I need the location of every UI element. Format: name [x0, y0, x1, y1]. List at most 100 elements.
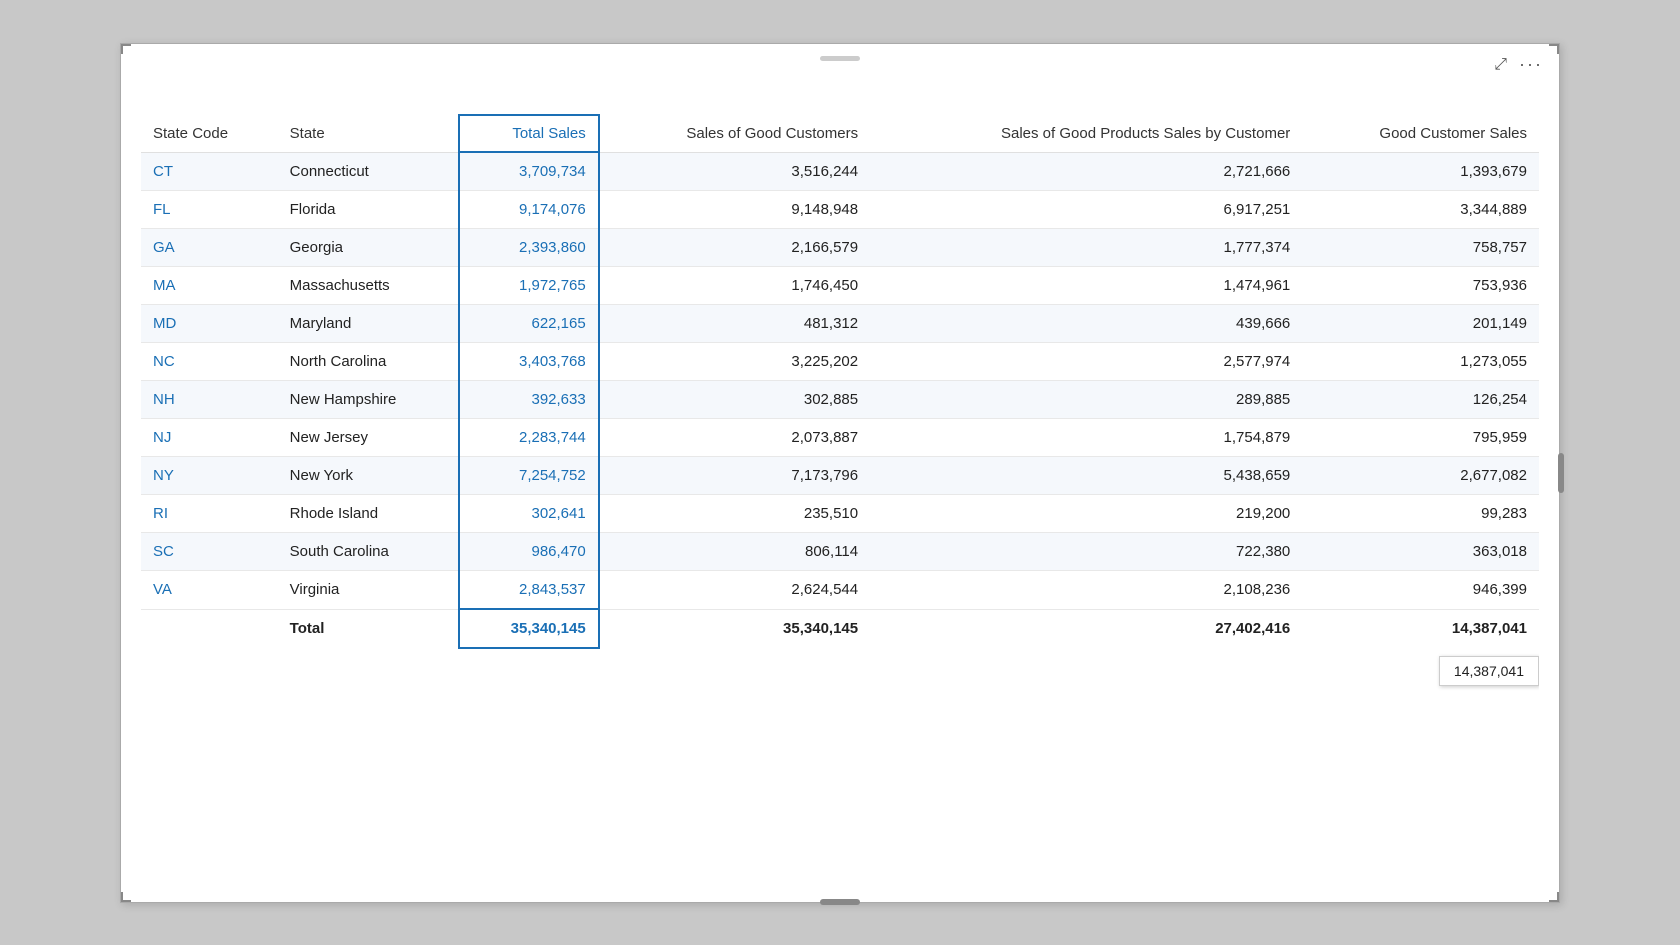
cell-state-code: NJ: [141, 419, 278, 457]
cell-sales-good-products: 2,108,236: [870, 571, 1302, 610]
main-window: ⤢ ··· State Code State Total Sales Sales…: [120, 43, 1560, 903]
cell-sales-good-products: 5,438,659: [870, 457, 1302, 495]
cell-sales-good-customers: 302,885: [599, 381, 870, 419]
cell-state: Virginia: [278, 571, 460, 610]
table-row: FLFlorida9,174,0769,148,9486,917,2513,34…: [141, 191, 1539, 229]
table-header-row: State Code State Total Sales Sales of Go…: [141, 115, 1539, 153]
tooltip: 14,387,041: [1439, 656, 1539, 686]
cell-good-customer-sales: 795,959: [1302, 419, 1539, 457]
cell-state-code: RI: [141, 495, 278, 533]
cell-state-code: MA: [141, 267, 278, 305]
corner-tr: [1549, 44, 1559, 54]
cell-state: Rhode Island: [278, 495, 460, 533]
cell-good-customer-sales: 126,254: [1302, 381, 1539, 419]
table-row: NYNew York7,254,7527,173,7965,438,6592,6…: [141, 457, 1539, 495]
header-state: State: [278, 115, 460, 153]
cell-sales-good-products: 722,380: [870, 533, 1302, 571]
header-total-sales[interactable]: Total Sales: [459, 115, 598, 153]
cell-good-customer-sales: 1,273,055: [1302, 343, 1539, 381]
cell-state: South Carolina: [278, 533, 460, 571]
cell-total-sales: 622,165: [459, 305, 598, 343]
cell-good-customer-sales: 363,018: [1302, 533, 1539, 571]
table-total-row: Total 35,340,145 35,340,145 27,402,416 1…: [141, 609, 1539, 648]
table-row: NJNew Jersey2,283,7442,073,8871,754,8797…: [141, 419, 1539, 457]
cell-good-customer-sales: 946,399: [1302, 571, 1539, 610]
table-row: GAGeorgia2,393,8602,166,5791,777,374758,…: [141, 229, 1539, 267]
cell-state-code: SC: [141, 533, 278, 571]
cell-total-sales: 302,641: [459, 495, 598, 533]
total-label-text: Total: [278, 609, 460, 648]
header-state-code: State Code: [141, 115, 278, 153]
cell-state: Massachusetts: [278, 267, 460, 305]
corner-br: [1549, 892, 1559, 902]
resize-handle-bottom[interactable]: [820, 899, 860, 905]
cell-state: Connecticut: [278, 152, 460, 191]
cell-sales-good-products: 1,777,374: [870, 229, 1302, 267]
header-sales-good-products: Sales of Good Products Sales by Customer: [870, 115, 1302, 153]
cell-total-sales: 2,393,860: [459, 229, 598, 267]
expand-button[interactable]: ⤢: [1490, 54, 1511, 76]
cell-state: North Carolina: [278, 343, 460, 381]
cell-sales-good-customers: 9,148,948: [599, 191, 870, 229]
cell-good-customer-sales: 758,757: [1302, 229, 1539, 267]
cell-sales-good-customers: 7,173,796: [599, 457, 870, 495]
cell-sales-good-products: 1,754,879: [870, 419, 1302, 457]
table-row: MDMaryland622,165481,312439,666201,149: [141, 305, 1539, 343]
table-row: VAVirginia2,843,5372,624,5442,108,236946…: [141, 571, 1539, 610]
cell-good-customer-sales: 753,936: [1302, 267, 1539, 305]
cell-sales-good-products: 2,721,666: [870, 152, 1302, 191]
drag-handle-top[interactable]: [820, 56, 860, 61]
cell-total-sales: 9,174,076: [459, 191, 598, 229]
cell-total-sales: 3,709,734: [459, 152, 598, 191]
cell-state-code: NC: [141, 343, 278, 381]
header-sales-good-customers: Sales of Good Customers: [599, 115, 870, 153]
cell-state: Georgia: [278, 229, 460, 267]
sales-table: State Code State Total Sales Sales of Go…: [141, 114, 1539, 650]
table-row: NCNorth Carolina3,403,7683,225,2022,577,…: [141, 343, 1539, 381]
toolbar: ⤢ ···: [1490, 54, 1543, 76]
cell-state-code: CT: [141, 152, 278, 191]
cell-sales-good-products: 2,577,974: [870, 343, 1302, 381]
cell-sales-good-customers: 1,746,450: [599, 267, 870, 305]
cell-state-code: MD: [141, 305, 278, 343]
cell-state-code: VA: [141, 571, 278, 610]
cell-good-customer-sales: 3,344,889: [1302, 191, 1539, 229]
cell-sales-good-products: 1,474,961: [870, 267, 1302, 305]
cell-state: New Hampshire: [278, 381, 460, 419]
cell-sales-good-customers: 806,114: [599, 533, 870, 571]
cell-total-sales: 3,403,768: [459, 343, 598, 381]
cell-state-code: GA: [141, 229, 278, 267]
more-options-button[interactable]: ···: [1519, 54, 1543, 75]
cell-sales-good-products: 219,200: [870, 495, 1302, 533]
table-row: MAMassachusetts1,972,7651,746,4501,474,9…: [141, 267, 1539, 305]
table-row: SCSouth Carolina986,470806,114722,380363…: [141, 533, 1539, 571]
cell-good-customer-sales: 2,677,082: [1302, 457, 1539, 495]
total-sales-good-products: 27,402,416: [870, 609, 1302, 648]
table-row: NHNew Hampshire392,633302,885289,885126,…: [141, 381, 1539, 419]
total-label: [141, 609, 278, 648]
total-sales-good-customers: 35,340,145: [599, 609, 870, 648]
header-good-customer-sales: Good Customer Sales: [1302, 115, 1539, 153]
resize-handle-right[interactable]: [1558, 453, 1564, 493]
total-good-customer-sales: 14,387,041 14,387,041: [1302, 609, 1539, 648]
cell-sales-good-customers: 235,510: [599, 495, 870, 533]
cell-state: New Jersey: [278, 419, 460, 457]
table-row: RIRhode Island302,641235,510219,20099,28…: [141, 495, 1539, 533]
corner-tl: [121, 44, 131, 54]
cell-sales-good-products: 289,885: [870, 381, 1302, 419]
cell-good-customer-sales: 201,149: [1302, 305, 1539, 343]
cell-good-customer-sales: 99,283: [1302, 495, 1539, 533]
cell-sales-good-products: 439,666: [870, 305, 1302, 343]
cell-state-code: NY: [141, 457, 278, 495]
cell-state: Florida: [278, 191, 460, 229]
cell-sales-good-customers: 481,312: [599, 305, 870, 343]
cell-total-sales: 392,633: [459, 381, 598, 419]
cell-sales-good-customers: 2,166,579: [599, 229, 870, 267]
table-container: State Code State Total Sales Sales of Go…: [141, 114, 1539, 842]
cell-total-sales: 1,972,765: [459, 267, 598, 305]
cell-sales-good-customers: 2,624,544: [599, 571, 870, 610]
cell-sales-good-customers: 2,073,887: [599, 419, 870, 457]
total-good-customer-sales-value: 14,387,041: [1452, 620, 1527, 637]
cell-sales-good-products: 6,917,251: [870, 191, 1302, 229]
cell-state: Maryland: [278, 305, 460, 343]
